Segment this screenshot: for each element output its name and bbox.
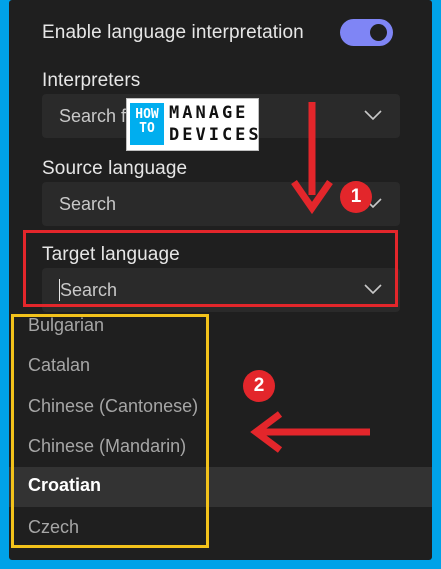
logo-text: MANAGE DEVICES	[169, 103, 262, 145]
interpreters-label: Interpreters	[42, 70, 141, 91]
interpreters-placeholder: Search f	[59, 106, 127, 126]
chevron-down-icon[interactable]	[364, 109, 382, 121]
step-1-badge: 1	[340, 181, 372, 213]
howto-manage-devices-logo: HOW TO MANAGE DEVICES	[126, 98, 259, 151]
logo-badge: HOW TO	[130, 103, 164, 145]
interpretation-toggle[interactable]	[340, 19, 393, 46]
toggle-knob	[370, 24, 387, 41]
step-2-badge: 2	[243, 370, 275, 402]
language-list-highlight	[11, 314, 209, 548]
arrow-down-icon	[291, 102, 333, 215]
target-language-highlight	[23, 230, 398, 307]
source-language-label: Source language	[42, 158, 188, 179]
source-language-placeholder: Search	[59, 194, 117, 214]
arrow-left-icon	[250, 411, 370, 453]
enable-interpretation-label: Enable language interpretation	[42, 22, 304, 43]
